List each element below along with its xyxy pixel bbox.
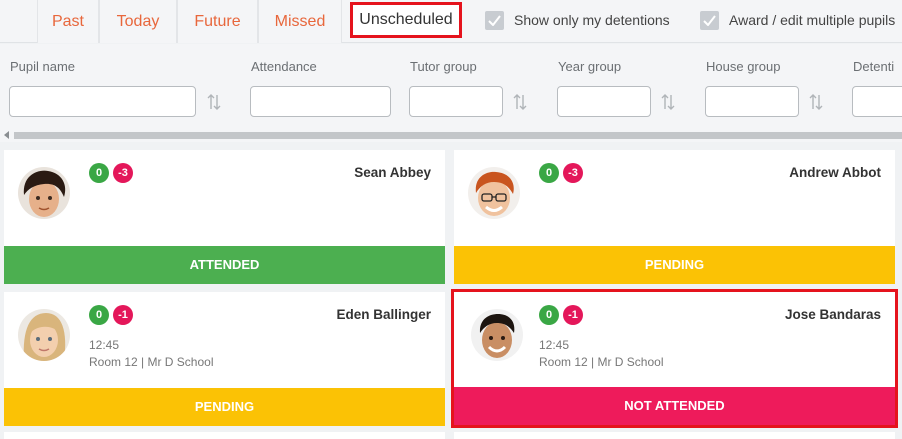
pupil-card[interactable]: 0 -3 Sean Abbey ATTENDED — [4, 150, 445, 284]
pupil-name: Sean Abbey — [354, 165, 431, 180]
detention-time: 12:45 — [89, 338, 120, 352]
attendance-input[interactable] — [250, 86, 391, 117]
avatar — [468, 167, 520, 219]
detention-time: 12:45 — [539, 338, 570, 352]
horizontal-scrollbar[interactable] — [0, 128, 902, 142]
show-only-mine-checkbox[interactable]: Show only my detentions — [485, 9, 670, 31]
negative-points-badge: -1 — [563, 305, 583, 325]
attendance-status-button[interactable]: PENDING — [4, 388, 445, 426]
checkbox-icon[interactable] — [485, 10, 504, 30]
pupil-card[interactable]: 0 -1 Jose Bandaras 12:45 Room 12 | Mr D … — [451, 289, 898, 428]
multi-edit-checkbox[interactable]: Award / edit multiple pupils — [700, 9, 895, 31]
sort-icon[interactable] — [513, 92, 527, 112]
multi-edit-label: Award / edit multiple pupils — [729, 12, 896, 28]
negative-points-badge: -3 — [113, 163, 133, 183]
detention-label: Detenti — [853, 59, 895, 74]
sort-icon[interactable] — [207, 92, 221, 112]
pupil-card[interactable]: 0 -1 Eden Ballinger 12:45 Room 12 | Mr D… — [4, 292, 445, 426]
avatar — [18, 309, 70, 361]
tutor-group-input[interactable] — [409, 86, 503, 117]
tab-bar: Past Today Future Missed Unscheduled Sho… — [0, 0, 902, 43]
pupil-name: Andrew Abbot — [789, 165, 881, 180]
pupil-name-label: Pupil name — [10, 59, 76, 74]
pupil-card[interactable]: 0 -3 Andrew Abbot PENDING — [454, 150, 895, 284]
next-card-edge — [454, 432, 895, 439]
house-group-label: House group — [706, 59, 781, 74]
positive-points-badge: 0 — [89, 163, 109, 183]
scroll-left-icon[interactable] — [4, 131, 9, 139]
negative-points-badge: -3 — [563, 163, 583, 183]
pupil-name: Jose Bandaras — [784, 307, 881, 322]
avatar — [18, 167, 70, 219]
year-group-input[interactable] — [557, 86, 651, 117]
detention-location: Room 12 | Mr D School — [89, 355, 214, 369]
checkbox-icon[interactable] — [700, 10, 719, 30]
attendance-status-button[interactable]: PENDING — [454, 246, 895, 284]
house-group-input[interactable] — [705, 86, 799, 117]
show-only-mine-label: Show only my detentions — [514, 12, 670, 28]
tab-past[interactable]: Past — [37, 0, 99, 43]
sort-icon[interactable] — [661, 92, 675, 112]
scrollbar-thumb[interactable] — [14, 132, 902, 139]
pupil-name: Eden Ballinger — [336, 307, 431, 322]
positive-points-badge: 0 — [539, 305, 559, 325]
detention-input[interactable] — [852, 86, 902, 117]
positive-points-badge: 0 — [539, 163, 559, 183]
negative-points-badge: -1 — [113, 305, 133, 325]
detention-location: Room 12 | Mr D School — [539, 355, 664, 369]
sort-icon[interactable] — [809, 92, 823, 112]
filter-row: Pupil name Attendance Tutor group Year g… — [0, 44, 902, 128]
tab-unscheduled[interactable]: Unscheduled — [350, 2, 462, 38]
attendance-status-button[interactable]: NOT ATTENDED — [454, 387, 895, 425]
year-group-label: Year group — [558, 59, 622, 74]
next-card-edge — [4, 432, 445, 439]
tab-missed[interactable]: Missed — [258, 0, 342, 43]
positive-points-badge: 0 — [89, 305, 109, 325]
tutor-group-label: Tutor group — [410, 59, 477, 74]
attendance-status-button[interactable]: ATTENDED — [4, 246, 445, 284]
tab-today[interactable]: Today — [99, 0, 177, 43]
attendance-label: Attendance — [251, 59, 317, 74]
avatar — [471, 309, 523, 361]
tab-future[interactable]: Future — [177, 0, 258, 43]
pupil-name-input[interactable] — [9, 86, 196, 117]
